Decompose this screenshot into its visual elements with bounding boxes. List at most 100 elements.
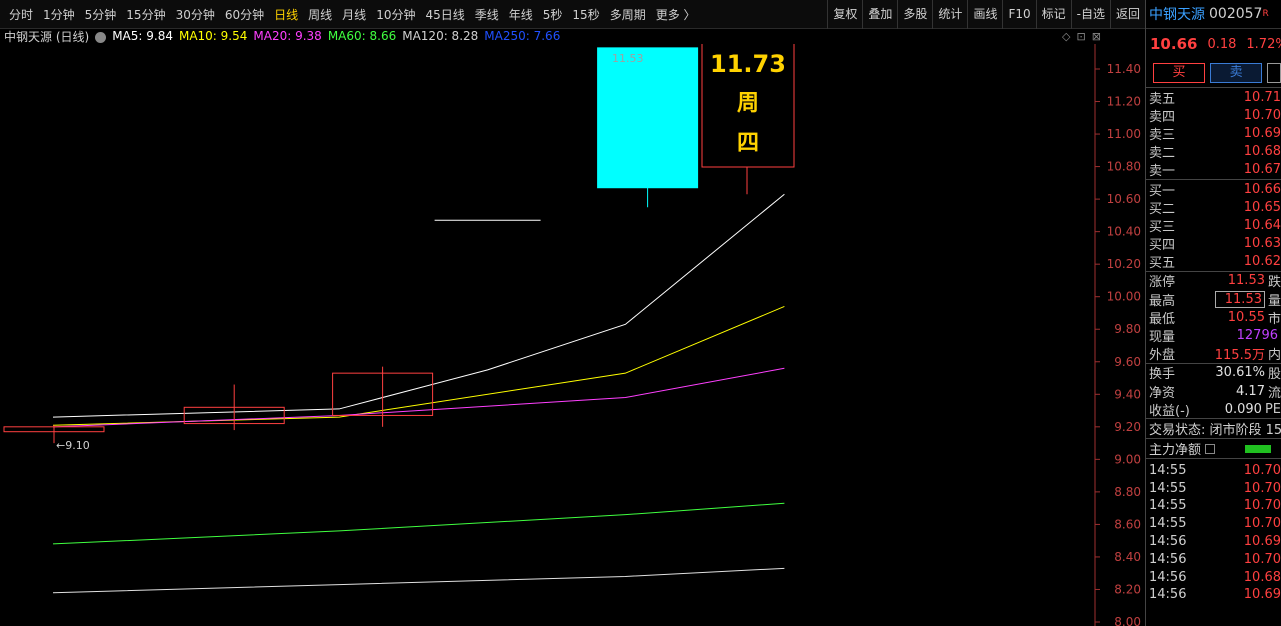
orderbook-row[interactable]: 买三 10.64 [1146, 216, 1281, 235]
window-icon[interactable]: ⊠ [1092, 30, 1101, 43]
y-tick-label: 9.20 [1114, 420, 1141, 434]
ma-value: MA60: 8.66 [327, 29, 397, 43]
orderbook-row[interactable]: 买二 10.65 [1146, 198, 1281, 217]
orderbook-row[interactable]: 卖一 10.67 [1146, 161, 1281, 179]
settings-icon[interactable] [95, 31, 107, 43]
tab-period[interactable]: 月线 [337, 6, 371, 23]
tab-period[interactable]: 周线 [303, 6, 337, 23]
list-icon[interactable] [1205, 443, 1216, 454]
level-label: 买三 [1149, 219, 1176, 235]
tab-period[interactable]: 季线 [470, 6, 504, 23]
price-summary: 10.66 0.18 1.72% [1146, 29, 1281, 59]
tool-button[interactable]: 标记 [1035, 0, 1071, 29]
sell-button[interactable]: 卖 [1210, 63, 1263, 83]
tick-time: 14:56 [1149, 587, 1187, 603]
orderbook-row[interactable]: 卖三 10.69 [1146, 124, 1281, 143]
orderbook-row[interactable]: 卖二 10.68 [1146, 143, 1281, 161]
stat-extra: 量 [1267, 293, 1281, 309]
tool-button[interactable]: 叠加 [862, 0, 897, 29]
tool-button[interactable]: 画线 [967, 0, 1002, 29]
level-label: 卖二 [1149, 146, 1176, 162]
stat-value: 4.17 [1236, 383, 1265, 399]
level-price: 10.62 [1243, 254, 1281, 270]
tab-period[interactable]: 多周期 [605, 6, 651, 23]
tab-period[interactable]: 5分钟 [80, 6, 122, 23]
buy-button[interactable]: 买 [1153, 63, 1206, 83]
tab-period[interactable]: 5秒 [538, 6, 568, 23]
tab-period[interactable]: 分时 [4, 6, 38, 23]
stat-value: 11.53 [1227, 273, 1265, 289]
tab-period[interactable]: 15秒 [567, 6, 604, 23]
candle-body [597, 47, 699, 189]
tick-row: 14:56 10.69 [1146, 586, 1281, 604]
margin-flag: R [1262, 9, 1269, 19]
orderbook-row[interactable]: 卖四 10.70 [1146, 106, 1281, 125]
stock-name[interactable]: 中钢天源 [1149, 4, 1205, 24]
stat-value: 115.5万 [1214, 348, 1265, 364]
tab-period[interactable]: 45日线 [420, 6, 469, 23]
stat-value: 11.53 [1214, 290, 1265, 308]
level-price: 10.70 [1243, 107, 1281, 123]
y-tick-label: 10.80 [1107, 160, 1141, 174]
stat-row: 涨停 11.53 跌 [1146, 272, 1281, 290]
ma-line-ma10 [52, 306, 785, 426]
tick-row: 14:55 10.70 [1146, 515, 1281, 533]
tab-period[interactable]: 60分钟 [220, 6, 269, 23]
tick-row: 14:55 10.70 [1146, 497, 1281, 515]
tab-period[interactable]: 更多 〉 [651, 6, 701, 23]
tool-button[interactable]: 多股 [897, 0, 932, 29]
last-price: 10.66 [1150, 35, 1198, 53]
stat-extra: 跌 [1267, 275, 1281, 291]
window-icon[interactable]: ⊡ [1076, 30, 1085, 43]
tick-price: 10.68 [1243, 569, 1281, 585]
level-label: 买二 [1149, 201, 1176, 217]
tick-price: 10.70 [1243, 480, 1281, 496]
y-tick-label: 10.60 [1107, 192, 1141, 206]
tool-button[interactable]: 统计 [932, 0, 967, 29]
tool-button[interactable]: 复权 [827, 0, 862, 29]
kline-svg[interactable]: 11.40 11.20 11.00 10.80 10.60 10.40 10.20 10.00… [0, 44, 1145, 626]
orderbook-row[interactable]: 买五 10.62 [1146, 253, 1281, 271]
quote-panel: 中钢天源 002057 R 10.66 0.18 1.72% 买 卖 卖五 10.… [1145, 0, 1281, 626]
stock-code: 002057 [1209, 6, 1263, 22]
stat-label: 净资 [1149, 385, 1176, 401]
stat-row: 收益(-) 0.090 PE [1146, 400, 1281, 419]
tab-period[interactable]: 日线 [269, 6, 303, 23]
tab-period[interactable]: 年线 [504, 6, 538, 23]
more-trade-button[interactable] [1267, 63, 1281, 83]
tick-time: 14:55 [1149, 462, 1187, 478]
level-label: 卖三 [1149, 127, 1176, 143]
ma-line-ma20 [52, 367, 785, 428]
orderbook-row[interactable]: 买一 10.66 [1146, 180, 1281, 199]
tool-button[interactable]: -自选 [1070, 0, 1110, 29]
orderbook-row[interactable]: 卖五 10.71 [1146, 88, 1281, 107]
tick-price: 10.69 [1243, 587, 1281, 603]
level-label: 卖四 [1149, 109, 1176, 125]
tab-period[interactable]: 1分钟 [38, 6, 80, 23]
kline-chart[interactable]: 11.40 11.20 11.00 10.80 10.60 10.40 10.20 10.00… [0, 44, 1145, 626]
level-label: 卖一 [1149, 164, 1176, 180]
tab-period[interactable]: 30分钟 [171, 6, 220, 23]
stat-extra: 内 [1267, 348, 1281, 364]
tick-time: 14:56 [1149, 569, 1187, 585]
level-price: 10.65 [1243, 199, 1281, 215]
level-price: 10.67 [1243, 162, 1281, 178]
y-tick-label: 8.80 [1114, 485, 1141, 499]
tick-price: 10.70 [1243, 462, 1281, 478]
price-change-pct: 1.72% [1246, 36, 1281, 52]
y-tick-label: 10.00 [1107, 290, 1141, 304]
tool-button[interactable]: 返回 [1109, 0, 1145, 29]
window-icon[interactable]: ◇ [1062, 30, 1070, 43]
chart-tools: 复权 叠加 多股 统计 画线 F10 标记 -自选 返回 [827, 0, 1145, 29]
tool-button[interactable]: F10 [1002, 0, 1035, 29]
tab-period[interactable]: 15分钟 [121, 6, 170, 23]
y-tick-label: 8.00 [1114, 615, 1141, 626]
level-price: 10.63 [1243, 236, 1281, 252]
trade-buttons: 买 卖 [1146, 59, 1281, 87]
level-price: 10.64 [1243, 217, 1281, 233]
orderbook-row[interactable]: 买四 10.63 [1146, 235, 1281, 253]
tick-row: 14:56 10.69 [1146, 533, 1281, 551]
level-price: 10.69 [1243, 125, 1281, 141]
main-flow: 主力净额 [1146, 438, 1281, 458]
tab-period[interactable]: 10分钟 [371, 6, 420, 23]
